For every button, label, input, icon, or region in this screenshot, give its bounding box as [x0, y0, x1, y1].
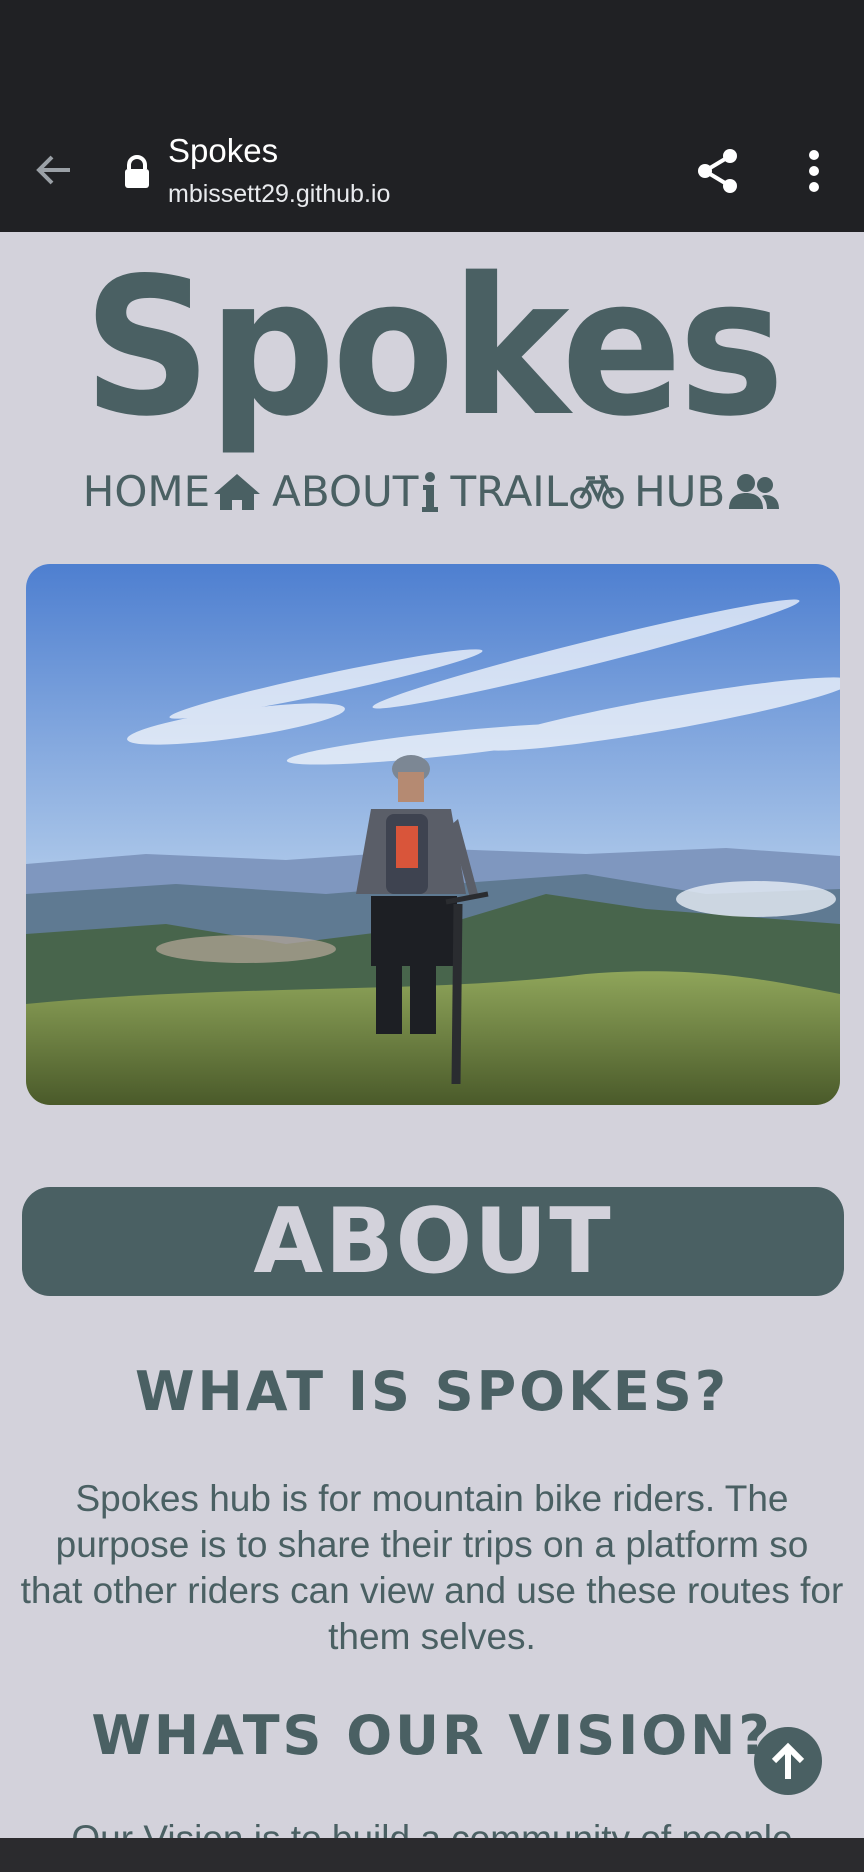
arrow-left-icon: [36, 155, 70, 185]
back-button[interactable]: [30, 146, 78, 194]
nav-item-about[interactable]: ABOUT: [272, 462, 440, 522]
info-icon: [422, 472, 439, 512]
nav-label: ABOUT: [272, 467, 419, 516]
site-title: Spokes: [82, 237, 785, 458]
status-bar: [0, 0, 864, 120]
share-icon: [698, 149, 737, 193]
nav-item-trail[interactable]: TRAIL: [450, 462, 624, 522]
system-nav-bar: [0, 1838, 864, 1872]
home-icon: [214, 474, 261, 510]
nav-item-hub[interactable]: HUB: [634, 462, 781, 522]
main-nav: HOME ABOUT TRAIL HUB: [0, 462, 864, 522]
arrow-up-icon: [771, 1742, 805, 1779]
tab-title: Spokes: [168, 132, 279, 169]
nav-label: HOME: [82, 467, 211, 516]
what-is-spokes-text: Spokes hub is for mountain bike riders. …: [20, 1478, 844, 1657]
back-to-top-button[interactable]: [754, 1727, 822, 1795]
more-vert-icon: [809, 150, 819, 192]
nav-item-home[interactable]: HOME: [83, 462, 262, 522]
overflow-menu-button[interactable]: [800, 148, 828, 194]
bicycle-icon: [570, 475, 624, 509]
nav-label: HUB: [634, 467, 726, 516]
about-banner: ABOUT: [22, 1187, 844, 1296]
nav-label: TRAIL: [450, 467, 569, 516]
hero-image: [26, 564, 840, 1105]
lock-icon: [122, 155, 152, 189]
share-button[interactable]: [696, 148, 740, 194]
url-text[interactable]: mbissett29.github.io: [168, 180, 390, 209]
users-icon: [729, 474, 780, 509]
vision-heading: WHATS OUR VISION?: [91, 1704, 773, 1767]
what-is-spokes-heading: WHAT IS SPOKES?: [134, 1360, 730, 1423]
